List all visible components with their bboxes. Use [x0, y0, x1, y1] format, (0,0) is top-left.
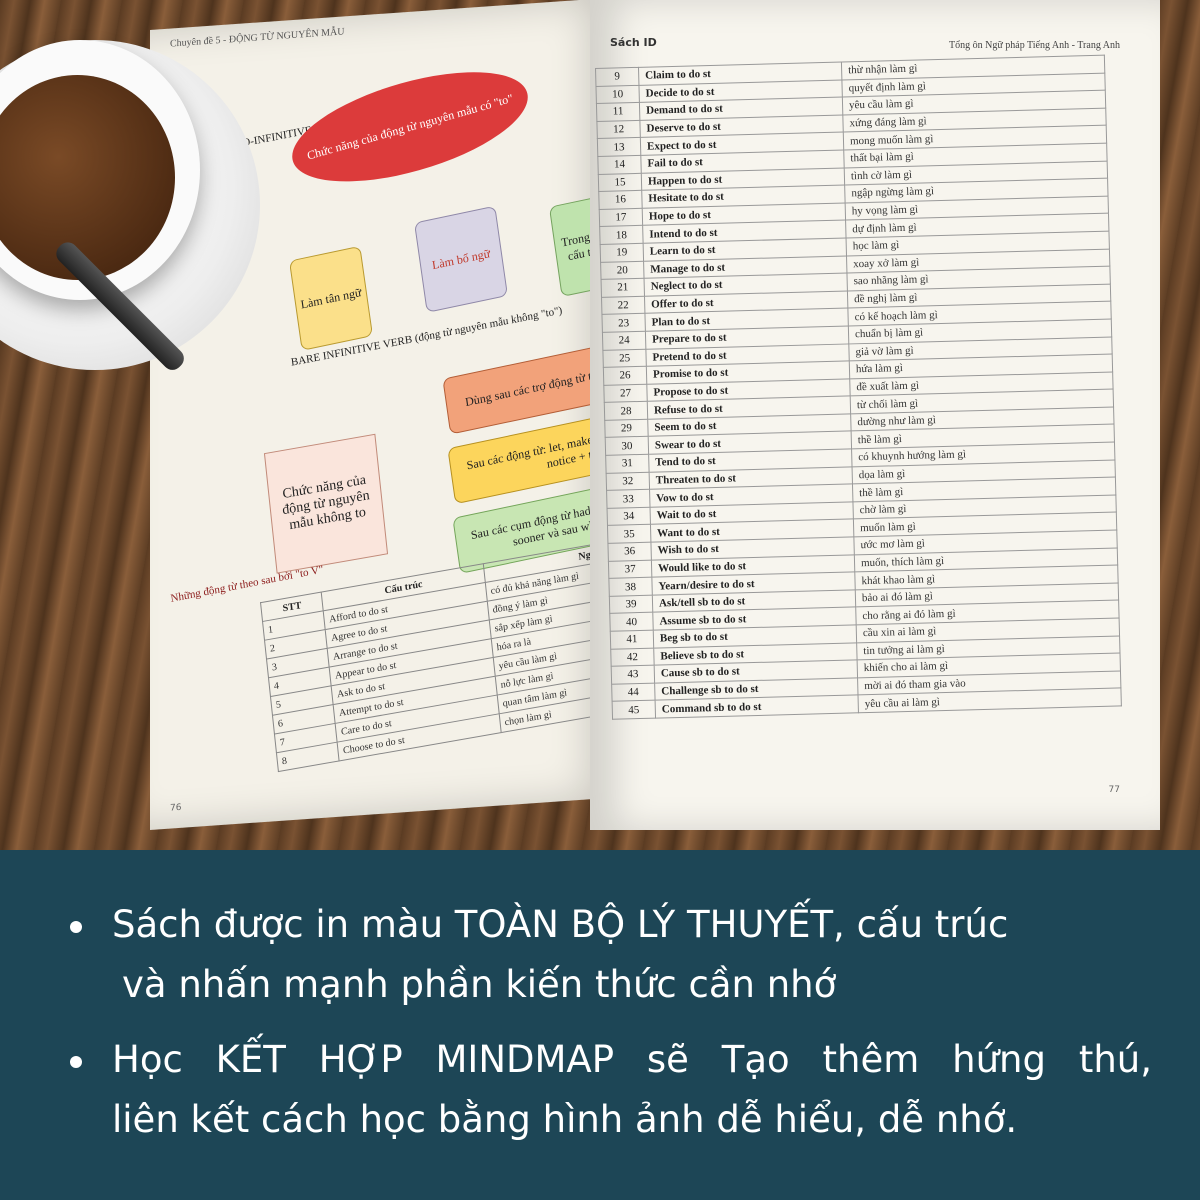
row-number: 30: [605, 436, 649, 456]
row-number: 32: [606, 471, 650, 491]
row-number: 10: [595, 84, 640, 104]
row-number: 39: [609, 594, 653, 614]
row-number: 28: [604, 401, 648, 421]
bullet-1-line-2: và nhấn mạnh phần kiến thức cần nhớ: [122, 963, 837, 1006]
right-page-header: Tổng ôn Ngữ pháp Tiếng Anh - Trang Anh: [949, 40, 1120, 51]
row-number: 44: [611, 682, 656, 702]
row-number: 17: [599, 208, 643, 227]
row-number: 38: [608, 577, 653, 597]
row-number: 27: [603, 383, 648, 403]
row-number: 21: [601, 278, 645, 298]
row-number: 23: [601, 313, 646, 333]
row-number: 26: [603, 366, 647, 386]
left-page-number: 76: [170, 802, 182, 814]
row-number: 43: [611, 665, 655, 685]
row-number: 9: [595, 67, 639, 87]
row-number: 41: [610, 630, 654, 649]
row-number: 20: [600, 260, 645, 280]
row-number: 13: [597, 137, 641, 157]
row-number: 11: [596, 102, 640, 122]
row-number: 18: [599, 225, 644, 245]
row-number: 40: [609, 612, 654, 632]
mindmap1-branch-1: Làm tân ngữ: [288, 245, 374, 351]
bullet-2-line-2: liên kết cách học bằng hình ảnh dễ hiểu,…: [112, 1098, 1018, 1141]
right-table: 9 Claim to do st thừ nhận làm gì 10 Decide t…: [595, 55, 1122, 720]
right-page-number: 77: [1108, 785, 1120, 795]
row-number: 24: [602, 331, 646, 350]
mindmap2-center: Chức năng của động từ nguyên mẫu không t…: [263, 433, 389, 574]
book-id-label: Sách ID: [610, 36, 657, 49]
row-number: 34: [607, 507, 651, 526]
bullet-dot-icon: [70, 921, 82, 933]
bullet-1-text: Sách được in màu TOÀN BỘ LÝ THUYẾT, cấu …: [112, 895, 1152, 1015]
row-number: 29: [604, 419, 649, 438]
row-number: 22: [601, 296, 645, 315]
mindmap1-branch-2: Làm bổ ngữ: [413, 205, 509, 313]
row-number: 37: [608, 559, 652, 579]
bullet-2-text: Học KẾT HỢP MINDMAP sẽ Tạo thêm hứng thú…: [112, 1030, 1152, 1150]
row-number: 33: [606, 489, 651, 509]
caption-panel: Sách được in màu TOÀN BỘ LÝ THUYẾT, cấu …: [0, 850, 1200, 1200]
row-number: 15: [598, 172, 642, 192]
row-number: 12: [596, 120, 641, 139]
row-number: 35: [607, 524, 651, 544]
row-number: 16: [598, 190, 643, 210]
row-number: 19: [600, 243, 644, 262]
row-number: 42: [610, 647, 655, 667]
mindmap1-center: Chức năng của động từ nguyên mẫu có "to": [283, 50, 537, 204]
bullet-dot-icon: [70, 1056, 82, 1068]
book-photo: Chuyên đề 5 - ĐỘNG TỪ NGUYÊN MẪU TO-INFI…: [0, 0, 1200, 850]
row-number: 36: [607, 542, 652, 561]
row-number: 45: [612, 700, 656, 720]
bullet-2-line-1: Học KẾT HỢP MINDMAP sẽ Tạo thêm hứng thú…: [112, 1038, 1152, 1081]
row-number: 14: [597, 155, 642, 175]
row-number: 25: [602, 348, 647, 368]
row-number: 31: [605, 454, 650, 474]
left-page-header: Chuyên đề 5 - ĐỘNG TỪ NGUYÊN MẪU: [170, 26, 345, 50]
right-page: Sách ID Tổng ôn Ngữ pháp Tiếng Anh - Tra…: [590, 0, 1160, 830]
bullet-1-line-1: Sách được in màu TOÀN BỘ LÝ THUYẾT, cấu …: [112, 903, 1009, 946]
